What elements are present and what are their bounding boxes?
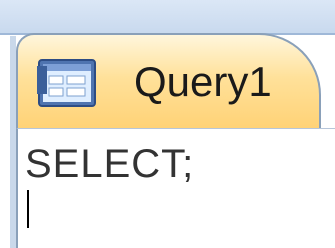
tab-title: Query1 xyxy=(134,58,272,105)
sql-text: SELECT; xyxy=(25,142,195,186)
window-top-bar xyxy=(0,0,335,34)
query-datasheet-icon xyxy=(37,59,96,107)
text-caret xyxy=(27,190,29,228)
